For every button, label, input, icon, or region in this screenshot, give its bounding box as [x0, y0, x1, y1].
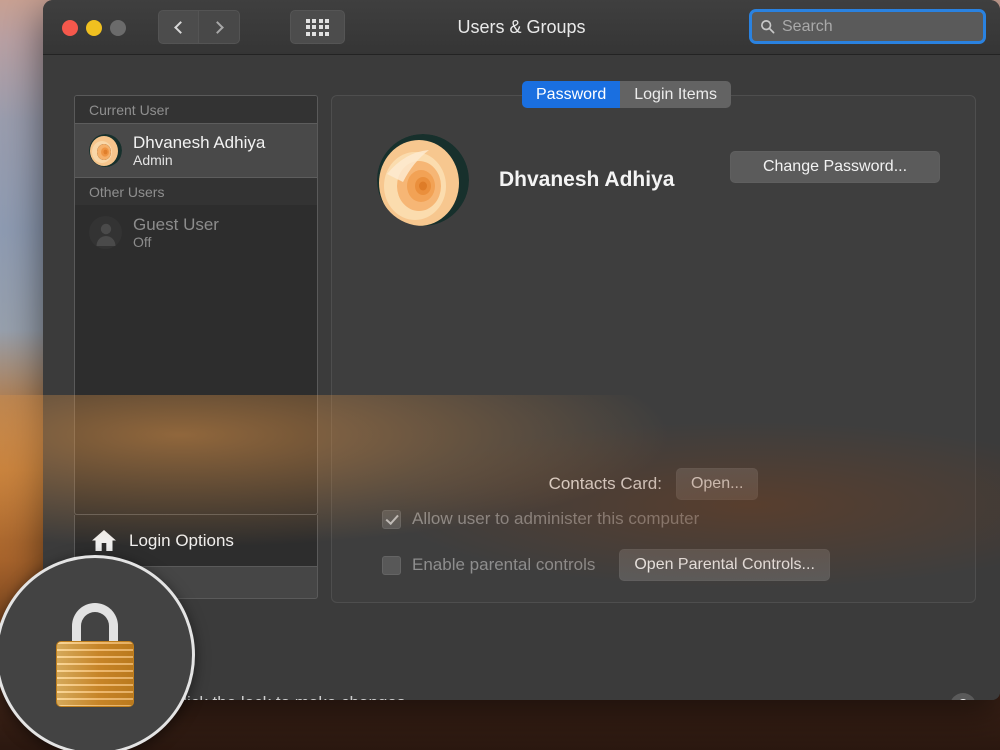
close-button[interactable] — [62, 20, 78, 36]
allow-admin-checkbox[interactable] — [382, 509, 401, 529]
search-input[interactable] — [782, 17, 989, 36]
sidebar-user-name: Dhvanesh Adhiya — [133, 132, 266, 152]
sidebar-item-dhvanesh-adhiya[interactable]: Dhvanesh Adhiya Admin — [75, 123, 317, 178]
account-avatar[interactable] — [377, 134, 469, 226]
locked-padlock-icon[interactable] — [56, 603, 134, 707]
guest-person-icon — [89, 216, 122, 249]
sidebar-item-guest-user[interactable]: Guest User Off — [75, 205, 317, 260]
sidebar-user-text: Dhvanesh Adhiya Admin — [133, 133, 265, 169]
group-header-current-user: Current User — [75, 96, 317, 123]
chevron-left-icon — [173, 20, 187, 34]
contacts-card-row: Contacts Card: Open... — [332, 468, 975, 500]
parental-controls-row[interactable]: Enable parental controls Open Parental C… — [382, 549, 830, 581]
minimize-button[interactable] — [86, 20, 102, 36]
sidebar-guest-name: Guest User — [133, 214, 219, 234]
system-preferences-window: Users & Groups Current User — [43, 0, 1000, 700]
allow-admin-label: Allow user to administer this computer — [412, 509, 700, 528]
help-button[interactable]: ? — [950, 693, 976, 700]
account-display-name: Dhvanesh Adhiya — [499, 168, 675, 191]
forward-button[interactable] — [199, 10, 240, 44]
traffic-light-buttons — [62, 20, 126, 36]
rose-photo-avatar — [89, 134, 122, 167]
group-header-other-users: Other Users — [75, 178, 317, 205]
parental-controls-checkbox[interactable] — [382, 555, 401, 575]
zoom-button[interactable] — [110, 20, 126, 36]
account-header: Dhvanesh Adhiya — [377, 134, 674, 226]
grid-icon — [305, 18, 330, 36]
tab-login-items[interactable]: Login Items — [620, 81, 731, 108]
show-all-button[interactable] — [290, 10, 345, 44]
users-list: Current User Dhvanesh Adhiya Admin Other… — [74, 95, 318, 515]
home-icon — [92, 529, 116, 551]
back-button[interactable] — [158, 10, 199, 44]
parental-controls-label: Enable parental controls — [412, 555, 596, 574]
tab-password[interactable]: Password — [522, 81, 621, 108]
open-contacts-card-button[interactable]: Open... — [675, 468, 759, 500]
sidebar-user-role: Admin — [133, 152, 173, 169]
login-options-label: Login Options — [129, 530, 234, 550]
lock-magnifier-overlay — [0, 555, 195, 750]
desktop-wallpaper: Users & Groups Current User — [0, 0, 1000, 750]
window-titlebar: Users & Groups — [43, 0, 1000, 55]
change-password-button[interactable]: Change Password... — [730, 151, 940, 183]
allow-admin-row[interactable]: Allow user to administer this computer — [382, 509, 699, 529]
sidebar-guest-role: Off — [133, 234, 152, 251]
window-body: Current User Dhvanesh Adhiya Admin Other… — [43, 55, 1000, 700]
lock-status-text: Click the lock to make changes. — [171, 693, 410, 700]
chevron-right-icon — [211, 20, 224, 34]
panel-tabs: Password Login Items — [522, 81, 731, 108]
open-parental-controls-button[interactable]: Open Parental Controls... — [619, 549, 830, 581]
search-field[interactable] — [749, 9, 989, 44]
navigation-buttons — [158, 10, 240, 44]
password-panel: Dhvanesh Adhiya Change Password... Conta… — [331, 95, 976, 603]
padlock-body — [56, 641, 134, 707]
search-icon — [761, 20, 775, 34]
contacts-card-label: Contacts Card: — [548, 474, 662, 493]
sidebar-guest-text: Guest User Off — [133, 215, 219, 251]
